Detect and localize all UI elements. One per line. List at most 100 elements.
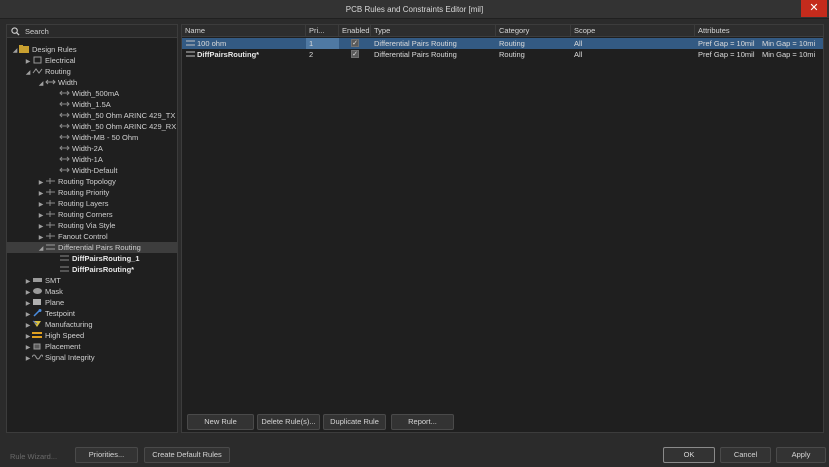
placement-icon (33, 343, 41, 350)
column-header-scope[interactable]: Scope (571, 25, 695, 37)
tree-label: Width_1.5A (72, 100, 111, 109)
cell-priority[interactable]: 1 (306, 38, 339, 49)
testpoint-icon (33, 309, 42, 317)
tree-rule-width[interactable]: Width-2A (59, 143, 103, 154)
rule-icon (59, 123, 70, 129)
tree-node-differential-pairs-routing[interactable]: ◢ Differential Pairs Routing (7, 242, 177, 253)
apply-button[interactable]: Apply (776, 447, 826, 463)
search-icon (11, 27, 20, 36)
cell-type: Differential Pairs Routing (374, 50, 457, 59)
cell-type: Differential Pairs Routing (374, 39, 457, 48)
column-header-enabled[interactable]: Enabled (339, 25, 371, 37)
collapse-arrow-icon[interactable]: ▶ (24, 354, 32, 365)
search-input[interactable] (25, 26, 173, 37)
column-header-category[interactable]: Category (496, 25, 571, 37)
enabled-checkbox[interactable]: ✓ (351, 50, 359, 58)
tree-rule-width[interactable]: Width_50 Ohm ARINC 429_RX (59, 121, 176, 132)
expand-arrow-icon[interactable]: ◢ (11, 46, 19, 57)
tree-node-high-speed[interactable]: ▶ High Speed (24, 330, 85, 341)
tree-rule-width[interactable]: Width-MB - 50 Ohm (59, 132, 138, 143)
tree-rule-width[interactable]: Width_500mA (59, 88, 119, 99)
tree-rule-width[interactable]: Width_50 Ohm ARINC 429_TX (59, 110, 175, 121)
tree-label: Width_50 Ohm ARINC 429_RX (72, 122, 177, 131)
priorities-button[interactable]: Priorities... (75, 447, 138, 463)
tree-label: High Speed (45, 331, 85, 340)
tree-label: Width-Default (72, 166, 118, 175)
column-header-name[interactable]: Name (182, 25, 306, 37)
delete-rule-button[interactable]: Delete Rule(s)... (257, 414, 320, 430)
report-button[interactable]: Report... (391, 414, 454, 430)
rule-category-icon (46, 178, 55, 184)
tree-node-electrical[interactable]: ▶ Electrical (24, 55, 76, 66)
signal-integrity-icon (32, 354, 43, 360)
tree-label: Routing Via Style (58, 221, 116, 230)
tree-label: Manufacturing (45, 320, 93, 329)
tree-label: Mask (45, 287, 63, 296)
expand-arrow-icon[interactable]: ◢ (24, 68, 32, 79)
close-icon[interactable]: ✕ (801, 0, 827, 17)
smt-icon (33, 278, 42, 282)
tree-rule-width[interactable]: Width-Default (59, 165, 117, 176)
column-header-attributes[interactable]: Attributes (695, 25, 823, 37)
rule-icon (59, 145, 70, 151)
create-default-rules-button[interactable]: Create Default Rules (144, 447, 230, 463)
rules-tree-panel: ◢Design Rules ▶Electrical ◢Routing ◢Widt… (6, 24, 178, 433)
tree-label: Routing Topology (58, 177, 116, 186)
tree-label: Width-1A (72, 155, 103, 164)
tree-node-plane[interactable]: ▶ Plane (24, 297, 65, 308)
tree-rule-width[interactable]: Width-1A (59, 154, 103, 165)
tree-node-manufacturing[interactable]: ▶ Manufacturing (24, 319, 93, 330)
column-header-type[interactable]: Type (371, 25, 496, 37)
cancel-button[interactable]: Cancel (720, 447, 771, 463)
rule-icon (60, 266, 69, 272)
rules-table-panel: Name Pri... Enabled Type Category Scope … (181, 24, 824, 433)
expand-arrow-icon[interactable]: ◢ (37, 79, 45, 90)
tree-node-signal-integrity[interactable]: ▶ Signal Integrity (24, 352, 95, 363)
rule-icon (59, 90, 70, 96)
tree-node-routing-via-style[interactable]: ▶ Routing Via Style (37, 220, 116, 231)
rule-icon (59, 156, 70, 162)
tree-label: Signal Integrity (45, 353, 95, 362)
rule-category-icon (46, 222, 55, 228)
rule-icon (60, 255, 69, 261)
tree-label: Differential Pairs Routing (58, 243, 141, 252)
new-rule-button[interactable]: New Rule (187, 414, 254, 430)
duplicate-rule-button[interactable]: Duplicate Rule (323, 414, 386, 430)
tree-node-fanout-control[interactable]: ▶ Fanout Control (37, 231, 108, 242)
routing-icon (32, 68, 43, 74)
rule-icon (186, 40, 195, 46)
tree-rule-diff-pairs[interactable]: DiffPairsRouting* (59, 264, 134, 275)
cell-priority[interactable]: 2 (306, 49, 339, 60)
tree-label: Width_500mA (72, 89, 120, 98)
rule-icon (59, 101, 70, 107)
table-row[interactable]: DiffPairsRouting* 2 ✓ Differential Pairs… (182, 49, 823, 60)
ok-button[interactable]: OK (663, 447, 715, 463)
rule-wizard-button[interactable]: Rule Wizard... (10, 452, 57, 461)
tree-node-routing-layers[interactable]: ▶ Routing Layers (37, 198, 109, 209)
electrical-icon (33, 56, 42, 64)
tree-node-testpoint[interactable]: ▶ Testpoint (24, 308, 75, 319)
manufacturing-icon (32, 320, 41, 327)
cell-category: Routing (499, 50, 525, 59)
tree-node-routing-corners[interactable]: ▶ Routing Corners (37, 209, 113, 220)
tree-node-placement[interactable]: ▶ Placement (24, 341, 81, 352)
column-header-priority[interactable]: Pri... (306, 25, 339, 37)
tree-node-design-rules[interactable]: ◢ Design Rules (11, 44, 77, 55)
tree-node-mask[interactable]: ▶ Mask (24, 286, 63, 297)
tree-node-routing-topology[interactable]: ▶ Routing Topology (37, 176, 116, 187)
expand-arrow-icon[interactable]: ◢ (37, 244, 45, 255)
tree-rule-width[interactable]: Width_1.5A (59, 99, 111, 110)
rule-name: 100 ohm (197, 39, 227, 48)
title-bar: PCB Rules and Constraints Editor [mil] ✕ (0, 0, 829, 19)
rule-icon (59, 167, 70, 173)
table-header: Name Pri... Enabled Type Category Scope … (182, 25, 823, 37)
tree-label: Routing Corners (58, 210, 113, 219)
tree-node-width[interactable]: ◢ Width (37, 77, 77, 88)
tree-node-routing[interactable]: ◢ Routing (24, 66, 71, 77)
tree-node-routing-priority[interactable]: ▶ Routing Priority (37, 187, 110, 198)
table-row[interactable]: 100 ohm 1 ✓ Differential Pairs Routing R… (182, 38, 823, 49)
tree-node-smt[interactable]: ▶ SMT (24, 275, 61, 286)
tree-rule-diff-pairs[interactable]: DiffPairsRouting_1 (59, 253, 140, 264)
enabled-checkbox[interactable]: ✓ (351, 39, 359, 47)
cell-name: DiffPairsRouting* (182, 49, 306, 60)
